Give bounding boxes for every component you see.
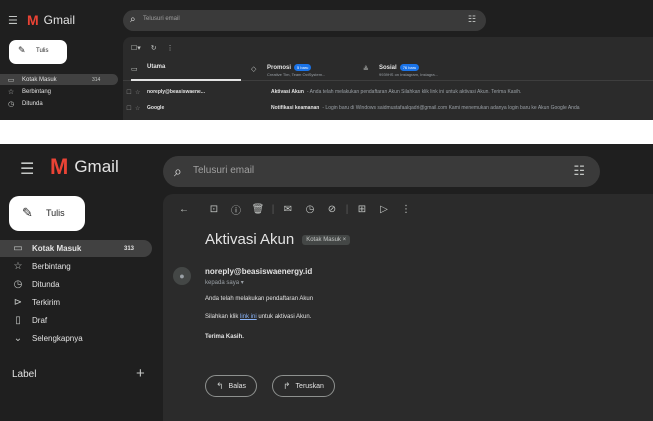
back-arrow-icon[interactable]: ← — [173, 204, 195, 215]
activation-link[interactable]: link ini — [240, 314, 257, 320]
select-checkbox[interactable]: ☐▾ — [131, 44, 141, 52]
compose-button[interactable]: ✎ Tulis — [9, 196, 85, 231]
compose-button[interactable]: ✎ Tulis — [9, 40, 67, 64]
gmail-logo[interactable]: M Gmail — [27, 12, 75, 28]
delete-icon[interactable]: 🗑 — [247, 204, 269, 215]
star-icon: ☆ — [7, 88, 15, 96]
inbox-label-chip[interactable]: Kotak Masuk × — [302, 234, 351, 245]
new-badge: 5 baru — [294, 64, 312, 71]
forward-button[interactable]: ↱ Teruskan — [272, 375, 335, 397]
toolbar-divider: | — [345, 204, 349, 215]
pencil-icon: ✎ — [22, 205, 33, 220]
sidebar-item-inbox[interactable]: ▭ Kotak Masuk 313 — [0, 240, 152, 257]
email-closing: Terima Kasih. — [205, 334, 244, 340]
sidebar-item-more[interactable]: ⌄ Selengkapnya — [0, 330, 152, 347]
inbox-icon: ▭ — [7, 76, 15, 84]
menu-icon[interactable]: ☰ — [20, 159, 34, 179]
draft-icon: ▯ — [15, 315, 21, 326]
reply-icon: ↰ — [216, 380, 224, 391]
refresh-icon[interactable]: ↻ — [151, 44, 157, 52]
sidebar-item-drafts[interactable]: ▯ Draf — [0, 312, 152, 329]
email-subject: Aktivasi Akun — [205, 231, 295, 248]
category-tabs: ▭ Utama ◇ Promosi 5 baru Creative Tim, Te… — [123, 57, 653, 81]
sidebar-item-starred[interactable]: ☆ Berbintang — [0, 86, 118, 97]
search-bar[interactable]: ⌕ Telusuri email ☷ — [123, 10, 486, 31]
list-toolbar: ☐▾ ↻ ⋮ — [131, 44, 174, 52]
menu-icon[interactable]: ☰ — [8, 14, 18, 27]
row-checkbox[interactable]: ☐ — [123, 105, 135, 112]
bottom-gmail-screenshot: ☰ M Gmail ⌕ Telusuri email ☷ ✎ Tulis ▭ K… — [0, 144, 653, 421]
clock-icon: ◷ — [13, 279, 23, 290]
snooze-icon[interactable]: ◷ — [299, 204, 321, 215]
email-row[interactable]: ☐ ☆ noreply@beasiswaene... Aktivasi Akun… — [123, 85, 653, 99]
sender-avatar: ● — [173, 267, 191, 285]
pencil-icon: ✎ — [18, 45, 26, 55]
email-subject-line: Aktivasi Akun Kotak Masuk × — [205, 231, 351, 248]
filter-options-icon[interactable]: ☷ — [573, 163, 585, 179]
mark-unread-icon[interactable]: ✉ — [277, 204, 299, 215]
reply-button[interactable]: ↰ Balas — [205, 375, 258, 397]
top-gmail-screenshot: ☰ M Gmail ⌕ Telusuri email ☷ ✎ Tulis ▭ K… — [0, 0, 653, 120]
email-row[interactable]: ☐ ☆ Google Notifikasi keamanan - Login b… — [123, 101, 653, 115]
mail-list-panel: ☐▾ ↻ ⋮ ▭ Utama ◇ Promosi 5 baru Creative … — [123, 37, 653, 120]
send-icon: ⊳ — [13, 297, 23, 308]
new-badge: 76 baru — [399, 64, 420, 71]
label-icon[interactable]: ▷ — [373, 204, 395, 215]
sender-address[interactable]: noreply@beasiswaenergy.id — [205, 267, 312, 276]
star-icon: ☆ — [13, 261, 23, 272]
tag-icon: ◇ — [251, 66, 257, 73]
sidebar-item-snoozed[interactable]: ◷ Ditunda — [0, 98, 118, 109]
sidebar-item-inbox[interactable]: ▭ Kotak Masuk 314 — [0, 74, 118, 85]
unread-count: 314 — [92, 76, 101, 83]
inbox-icon: ▭ — [13, 243, 23, 254]
gmail-logo[interactable]: M Gmail — [50, 156, 119, 178]
gmail-m-icon: M — [50, 154, 69, 179]
chevron-down-icon: ⌄ — [13, 333, 23, 344]
email-toolbar: ← ⊡ ⓘ 🗑 | ✉ ◷ ⊘ | ⊞ ▷ ⋮ — [173, 202, 417, 217]
sidebar-item-sent[interactable]: ⊳ Terkirim — [0, 294, 152, 311]
search-icon[interactable]: ⌕ — [130, 14, 136, 25]
forward-icon: ↱ — [283, 380, 291, 391]
unread-count: 313 — [124, 245, 135, 252]
recipient-dropdown[interactable]: kepada saya ▾ — [205, 279, 244, 286]
star-icon[interactable]: ☆ — [135, 89, 147, 96]
row-checkbox[interactable]: ☐ — [123, 89, 135, 96]
people-icon: ≗ — [363, 66, 369, 73]
sidebar-item-starred[interactable]: ☆ Berbintang — [0, 258, 152, 275]
labels-header: Label — [12, 369, 37, 380]
search-icon[interactable]: ⌕ — [174, 163, 182, 180]
move-to-icon[interactable]: ⊞ — [351, 204, 373, 215]
more-vert-icon[interactable]: ⋮ — [167, 44, 174, 52]
clock-icon: ◷ — [7, 100, 15, 108]
filter-options-icon[interactable]: ☷ — [468, 14, 476, 25]
screenshot-gap — [0, 120, 653, 144]
archive-icon[interactable]: ⊡ — [203, 204, 225, 215]
search-placeholder[interactable]: Telusuri email — [143, 16, 180, 22]
inbox-icon: ▭ — [131, 66, 138, 73]
add-label-icon[interactable]: + — [136, 365, 145, 382]
gmail-m-icon: M — [27, 12, 39, 28]
star-icon[interactable]: ☆ — [135, 105, 147, 112]
more-vert-icon[interactable]: ⋮ — [395, 204, 417, 215]
sidebar-item-snoozed[interactable]: ◷ Ditunda — [0, 276, 152, 293]
add-task-icon[interactable]: ⊘ — [321, 204, 343, 215]
email-body-line: Anda telah melakukan pendaftaran Akun — [205, 296, 314, 302]
search-bar[interactable]: ⌕ Telusuri email ☷ — [163, 156, 600, 187]
email-body-line: Silahkan klik link ini untuk aktivasi Ak… — [205, 314, 312, 320]
search-placeholder[interactable]: Telusuri email — [193, 165, 254, 176]
toolbar-divider: | — [271, 204, 275, 215]
report-spam-icon[interactable]: ⓘ — [225, 202, 247, 217]
